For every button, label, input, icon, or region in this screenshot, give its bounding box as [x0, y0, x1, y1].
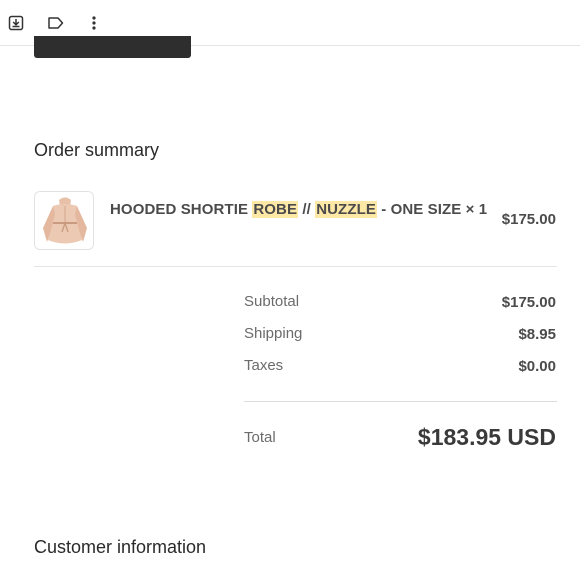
customer-information-heading: Customer information [34, 537, 207, 557]
subtotal-value: $175.00 [501, 294, 556, 311]
product-name-part: HOODED SHORTIE [110, 201, 253, 218]
download-box-icon[interactable] [6, 13, 26, 33]
total-label: Total [244, 429, 276, 446]
shipping-value: $8.95 [518, 326, 556, 343]
order-summary-heading: Order summary [34, 140, 160, 160]
taxes-value: $0.00 [518, 358, 556, 375]
product-price: $175.00 [501, 211, 556, 228]
product-name-part: - ONE SIZE × 1 [376, 201, 488, 218]
product-name-part: // [298, 201, 316, 218]
taxes-label: Taxes [244, 357, 284, 374]
more-vertical-icon[interactable] [84, 13, 104, 33]
total-value: $183.95 USD [417, 424, 556, 450]
order-confirmation-page: Order summary HOODED SHORTIE ROBE // NUZ… [0, 0, 580, 580]
subtotal-label: Subtotal [244, 293, 300, 310]
product-thumbnail [34, 191, 94, 250]
label-tag-icon[interactable] [46, 13, 66, 33]
totals-divider [244, 401, 557, 402]
continue-button-partial[interactable] [34, 36, 191, 58]
search-highlight: NUZZLE [315, 201, 377, 218]
shipping-label: Shipping [244, 325, 303, 342]
product-name: HOODED SHORTIE ROBE // NUZZLE - ONE SIZE… [110, 201, 487, 218]
search-highlight: ROBE [252, 201, 299, 218]
divider [34, 266, 557, 267]
